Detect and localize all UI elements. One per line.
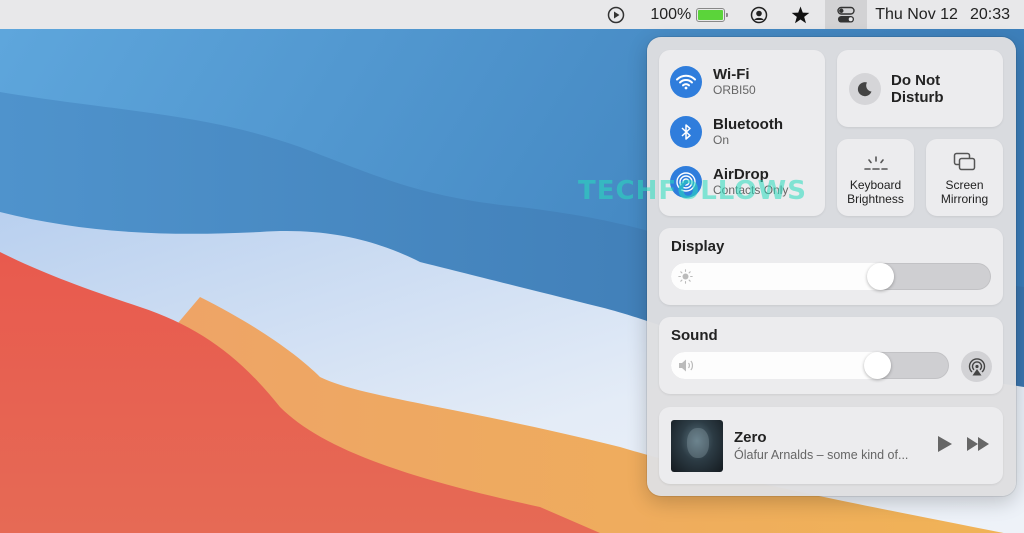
keyboard-brightness-tile[interactable]: Keyboard Brightness xyxy=(837,139,914,216)
volume-slider-thumb[interactable] xyxy=(864,352,892,379)
keyboard-brightness-label-line2: Brightness xyxy=(847,192,904,206)
battery-icon xyxy=(696,7,729,22)
volume-slider-fill xyxy=(671,352,892,379)
airdrop-toggle[interactable]: AirDrop Contacts Only xyxy=(670,166,788,198)
keyboard-brightness-label-line1: Keyboard xyxy=(849,178,902,192)
airdrop-button[interactable] xyxy=(670,166,702,198)
airplay-audio-icon xyxy=(968,357,985,375)
sound-label: Sound xyxy=(671,327,718,344)
sound-tile: Sound xyxy=(659,317,1003,394)
user-menu-item[interactable] xyxy=(734,0,777,29)
battery-level xyxy=(698,9,724,20)
date-text: Thu Nov 12 xyxy=(875,5,958,23)
bluetooth-icon xyxy=(681,124,691,140)
screen-mirroring-tile[interactable]: Screen Mirroring xyxy=(926,139,1003,216)
screen-mirroring-label-line2: Mirroring xyxy=(940,192,989,206)
track-artist-album: Ólafur Arnalds – some kind of... xyxy=(734,447,909,462)
airplay-audio-button[interactable] xyxy=(961,351,992,382)
do-not-disturb-tile[interactable]: Do Not Disturb xyxy=(837,50,1003,127)
bluetooth-button[interactable] xyxy=(670,116,702,148)
fast-forward-icon[interactable] xyxy=(967,437,989,451)
bluetooth-status: On xyxy=(713,133,730,147)
battery-percent: 100% xyxy=(650,5,692,23)
track-title: Zero xyxy=(734,428,767,446)
wifi-title: Wi-Fi xyxy=(713,66,750,83)
menu-bar: 100% Thu Nov 12 20:33 xyxy=(0,0,1024,29)
control-center-menu-item[interactable] xyxy=(825,0,868,29)
display-brightness-slider[interactable] xyxy=(671,263,991,290)
user-circle-icon xyxy=(750,6,768,23)
screen-mirroring-icon xyxy=(953,152,975,171)
bluetooth-title: Bluetooth xyxy=(713,116,783,133)
favorites-menu-item[interactable] xyxy=(777,0,819,29)
battery-menu-item[interactable]: 100% xyxy=(634,0,734,29)
play-circle-icon xyxy=(608,6,625,23)
star-icon xyxy=(791,5,810,23)
bluetooth-toggle[interactable]: Bluetooth On xyxy=(670,116,783,148)
speaker-icon xyxy=(679,359,694,372)
airdrop-title: AirDrop xyxy=(713,166,769,183)
play-icon[interactable] xyxy=(937,435,953,453)
do-not-disturb-label-line2: Disturb xyxy=(891,88,944,106)
wifi-network-name: ORBI50 xyxy=(713,83,756,97)
control-center-icon xyxy=(837,6,855,22)
now-playing-menu-item[interactable] xyxy=(598,0,634,29)
wifi-icon xyxy=(676,74,696,90)
display-slider-thumb[interactable] xyxy=(867,263,895,290)
clock-menu-item[interactable]: Thu Nov 12 20:33 xyxy=(867,0,1010,29)
sun-icon xyxy=(678,269,693,284)
time-text: 20:33 xyxy=(969,5,1010,23)
airdrop-status: Contacts Only xyxy=(713,183,789,197)
display-slider-fill xyxy=(671,263,895,290)
display-label: Display xyxy=(671,238,725,255)
airdrop-icon xyxy=(676,172,696,192)
network-tile: Wi-Fi ORBI50 Bluetooth On AirDrop Contac… xyxy=(659,50,825,216)
now-playing-tile[interactable]: Zero Ólafur Arnalds – some kind of... xyxy=(659,407,1003,484)
display-tile: Display xyxy=(659,228,1003,305)
album-art xyxy=(671,419,723,472)
do-not-disturb-label-line1: Do Not xyxy=(891,71,941,89)
keyboard-brightness-icon xyxy=(863,156,888,170)
wifi-toggle[interactable]: Wi-Fi ORBI50 xyxy=(670,66,756,98)
wifi-button[interactable] xyxy=(670,66,702,98)
moon-icon xyxy=(857,81,872,96)
do-not-disturb-button[interactable] xyxy=(849,72,881,105)
control-center-panel: Wi-Fi ORBI50 Bluetooth On AirDrop Contac… xyxy=(647,37,1016,496)
screen-mirroring-label-line1: Screen xyxy=(945,178,984,192)
volume-slider[interactable] xyxy=(671,352,949,379)
